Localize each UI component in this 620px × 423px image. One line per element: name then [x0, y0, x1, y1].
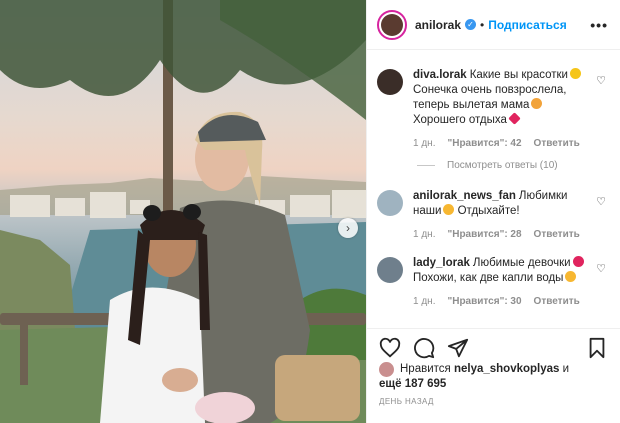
comment-item: anilorak_news_fan Любимки наши Отдыхайте!… — [367, 189, 620, 242]
comment-like-heart-icon[interactable]: ♡ — [596, 195, 606, 208]
likes-summary: Нравится nelya_shovkoplyas и ещё 187 695 — [379, 362, 610, 392]
reply-button[interactable]: Ответить — [534, 294, 580, 309]
comment-text: Хорошего отдыха — [413, 114, 507, 126]
commenter-avatar[interactable] — [377, 190, 403, 216]
comment-like-heart-icon[interactable]: ♡ — [596, 262, 606, 275]
post-header: anilorak ✓ • Подписаться ••• — [367, 0, 620, 50]
comment-text: Сонечка очень повзрослела, — [413, 84, 567, 96]
comment-like-heart-icon[interactable]: ♡ — [596, 74, 606, 87]
follow-button[interactable]: Подписаться — [488, 18, 566, 32]
comment-meta: 1 дн. "Нравится": 30 Ответить — [413, 294, 591, 309]
commenter-avatar[interactable] — [377, 257, 403, 283]
comment-likes-count[interactable]: "Нравится": 42 — [447, 136, 521, 151]
view-replies-label: Посмотреть ответы (10) — [447, 160, 558, 171]
more-options-button[interactable]: ••• — [590, 17, 608, 33]
comment-text: Отдыхайте! — [457, 205, 520, 217]
post-photo[interactable]: › — [0, 0, 366, 423]
comment-age: 1 дн. — [413, 229, 436, 240]
comment-username[interactable]: lady_lorak — [413, 257, 470, 269]
header-separator: • — [480, 17, 485, 32]
comment-likes-count[interactable]: "Нравится": 28 — [447, 227, 521, 242]
verified-badge-icon: ✓ — [465, 19, 477, 30]
comment-text: Любимки — [518, 190, 568, 202]
comment-meta: 1 дн. "Нравится": 28 Ответить — [413, 227, 591, 242]
reply-button[interactable]: Ответить — [534, 136, 580, 151]
liker-avatar[interactable] — [379, 362, 394, 377]
liked-by-prefix: Нравится — [400, 363, 451, 375]
comment-body: diva.lorak Какие вы красотки Сонечка очен… — [413, 68, 591, 151]
photo-illustration — [0, 0, 366, 423]
liked-by-username[interactable]: nelya_shovkoplyas — [454, 362, 559, 377]
comment-text: наши — [413, 205, 442, 217]
likes-others-count[interactable]: ещё 187 695 — [379, 378, 446, 390]
paper-plane-icon[interactable] — [447, 337, 469, 359]
heart-eyes-emoji-icon — [443, 204, 455, 215]
commenter-avatar[interactable] — [377, 69, 403, 95]
comment-item: lady_lorak Любимые девочки Похожи, как дв… — [367, 256, 620, 309]
bookmark-icon[interactable] — [586, 337, 608, 359]
instagram-post: › anilorak ✓ • Подписаться ••• diva.lora… — [0, 0, 620, 423]
comment-text: Похожи, как две капли воды — [413, 272, 564, 284]
sparkles-emoji-icon — [569, 68, 581, 79]
comments-list: diva.lorak Какие вы красотки Сонечка очен… — [367, 50, 620, 325]
heart-exclamation-emoji-icon — [572, 256, 584, 267]
author-avatar[interactable] — [377, 9, 407, 40]
comment-username[interactable]: diva.lorak — [413, 69, 467, 81]
comment-text: теперь вылетая мама — [413, 99, 530, 111]
comment-age: 1 дн. — [413, 138, 436, 149]
comment-body: lady_lorak Любимые девочки Похожи, как дв… — [413, 256, 591, 309]
view-replies-button[interactable]: Посмотреть ответы (10) — [417, 160, 558, 171]
comment-meta: 1 дн. "Нравится": 42 Ответить — [413, 136, 591, 151]
smiling-face-emoji-icon — [565, 271, 577, 282]
post-date[interactable]: ДЕНЬ НАЗАД — [379, 397, 434, 406]
chevron-right-icon: › — [346, 221, 350, 235]
comment-username[interactable]: anilorak_news_fan — [413, 190, 516, 202]
comment-text: Любимые девочки — [472, 257, 571, 269]
comment-body: anilorak_news_fan Любимки наши Отдыхайте!… — [413, 189, 591, 242]
reply-button[interactable]: Ответить — [534, 227, 580, 242]
comment-text: Какие вы красотки — [469, 69, 568, 81]
comment-bubble-icon[interactable] — [413, 337, 435, 359]
comment-item: diva.lorak Какие вы красотки Сонечка очен… — [367, 68, 620, 151]
author-username[interactable]: anilorak — [415, 18, 461, 32]
comment-age: 1 дн. — [413, 296, 436, 307]
liked-by-and: и — [562, 363, 570, 375]
heart-icon[interactable] — [379, 337, 401, 359]
replies-divider — [417, 165, 435, 166]
comment-likes-count[interactable]: "Нравится": 30 — [447, 294, 521, 309]
next-photo-button[interactable]: › — [338, 218, 358, 238]
post-side-panel: anilorak ✓ • Подписаться ••• diva.lorak К… — [366, 0, 620, 423]
post-actions-bar — [367, 328, 620, 366]
red-heart-emoji-icon — [508, 112, 521, 125]
cat-face-emoji-icon — [531, 98, 543, 109]
